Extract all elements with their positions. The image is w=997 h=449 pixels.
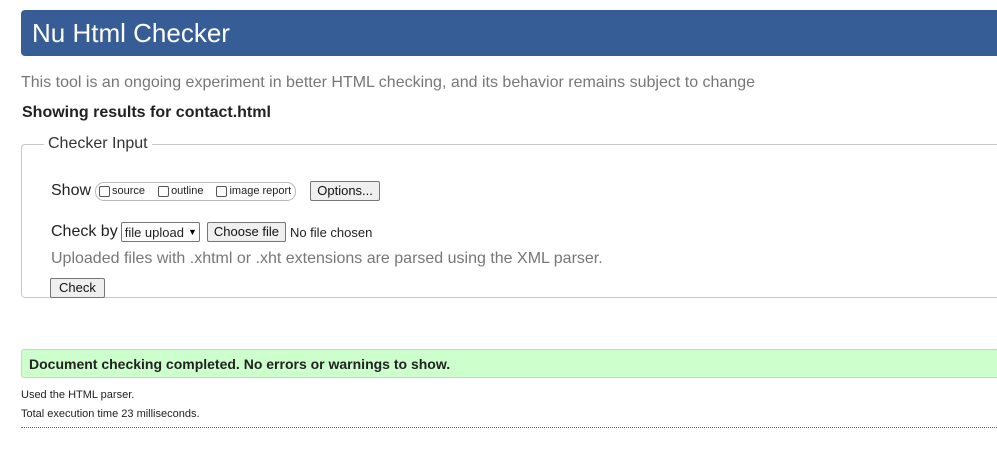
xml-parser-note: Uploaded files with .xhtml or .xht exten… <box>51 250 603 267</box>
show-label: Show <box>51 182 92 199</box>
execution-time: Total execution time 23 milliseconds. <box>21 408 200 420</box>
check-by-row: Check by file upload ▼ Choose file No fi… <box>51 222 372 242</box>
check-by-selected-value: file upload <box>124 224 184 240</box>
show-source-option[interactable]: source <box>99 185 145 197</box>
dotted-divider <box>21 427 997 428</box>
page-title: Nu Html Checker <box>32 18 230 48</box>
chevron-down-icon: ▼ <box>187 227 197 237</box>
show-options-group: source outline image report <box>95 181 297 201</box>
options-button[interactable]: Options... <box>310 181 380 201</box>
show-row: Show source outline image report Options… <box>51 181 380 201</box>
result-details: Used the HTML parser. Total execution ti… <box>21 386 200 424</box>
checker-input-panel: Checker Input Show source outline image … <box>21 135 997 298</box>
success-message: Document checking completed. No errors o… <box>21 349 997 378</box>
intro-text: This tool is an ongoing experiment in be… <box>21 74 756 91</box>
source-checkbox[interactable] <box>99 185 111 197</box>
outline-option-label: outline <box>171 185 204 197</box>
check-by-label: Check by <box>51 223 118 240</box>
show-outline-option[interactable]: outline <box>158 185 203 197</box>
outline-checkbox[interactable] <box>158 185 170 197</box>
image-report-checkbox[interactable] <box>216 185 228 197</box>
show-image-report-option[interactable]: image report <box>216 185 291 197</box>
header-banner: Nu Html Checker <box>21 10 997 56</box>
check-button[interactable]: Check <box>50 278 105 298</box>
choose-file-button[interactable]: Choose file <box>206 222 286 242</box>
checker-input-legend: Checker Input <box>48 135 148 152</box>
image-report-option-label: image report <box>229 185 292 197</box>
check-row: Check <box>50 278 105 298</box>
source-option-label: source <box>112 185 146 197</box>
results-heading: Showing results for contact.html <box>22 104 271 121</box>
check-by-select[interactable]: file upload ▼ <box>120 222 200 242</box>
parser-note: Used the HTML parser. <box>21 389 135 401</box>
file-status-text: No file chosen <box>289 224 373 240</box>
